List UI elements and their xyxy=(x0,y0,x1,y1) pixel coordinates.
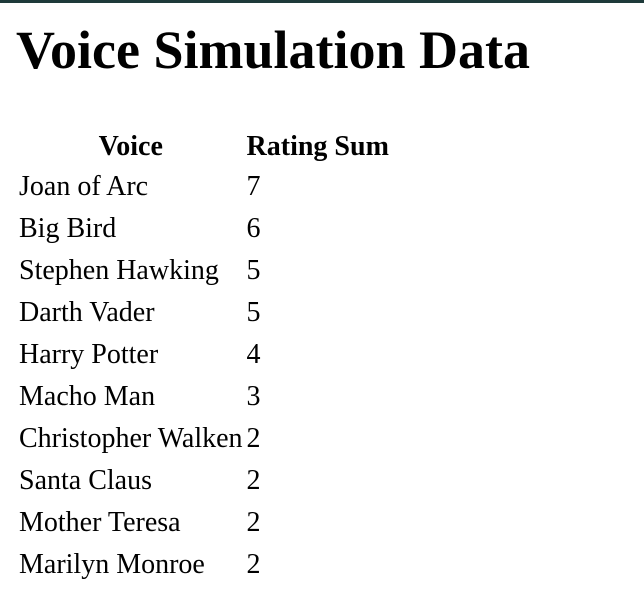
voice-cell: Mother Teresa xyxy=(19,507,181,538)
table-row: Joan of Arc 7 xyxy=(18,166,390,208)
rating-sum-cell: 6 xyxy=(246,213,261,244)
table-row: Stephen Hawking 5 xyxy=(18,250,390,292)
page-title: Voice Simulation Data xyxy=(16,20,531,80)
voice-cell: Macho Man xyxy=(19,381,156,412)
rating-sum-cell: 4 xyxy=(246,339,261,370)
table-row: Darth Vader 5 xyxy=(18,292,390,334)
table-header-row: Voice Rating Sum xyxy=(18,128,390,166)
table-header: Voice Rating Sum xyxy=(18,128,390,166)
table-row: Big Bird 6 xyxy=(18,208,390,250)
rating-sum-cell: 2 xyxy=(246,549,261,580)
voice-cell: Stephen Hawking xyxy=(19,255,219,286)
rating-sum-cell: 2 xyxy=(246,423,261,454)
rating-sum-cell: 5 xyxy=(246,255,261,286)
page-content: Voice Simulation Data Voice Rating Sum J… xyxy=(16,18,636,586)
column-header-rating-sum: Rating Sum xyxy=(246,131,389,162)
top-border xyxy=(0,0,644,3)
rating-sum-cell: 2 xyxy=(246,507,261,538)
rating-sum-cell: 7 xyxy=(246,171,261,202)
voice-cell: Darth Vader xyxy=(19,297,155,328)
voice-cell: Harry Potter xyxy=(19,339,159,370)
voice-cell: Marilyn Monroe xyxy=(19,549,205,580)
table-row: Santa Claus 2 xyxy=(18,460,390,502)
column-header-voice: Voice xyxy=(98,131,163,162)
rating-sum-cell: 2 xyxy=(246,465,261,496)
voice-cell: Christopher Walken xyxy=(19,423,243,454)
voice-cell: Big Bird xyxy=(19,213,117,244)
table-row: Marilyn Monroe 2 xyxy=(18,544,390,586)
table-row: Christopher Walken 2 xyxy=(18,418,390,460)
voice-rating-table: Voice Rating Sum Joan of Arc 7 Big Bird … xyxy=(16,128,392,586)
table-row: Macho Man 3 xyxy=(18,376,390,418)
voice-cell: Santa Claus xyxy=(19,465,152,496)
rating-sum-cell: 3 xyxy=(246,381,261,412)
voice-cell: Joan of Arc xyxy=(19,171,149,202)
table-row: Harry Potter 4 xyxy=(18,334,390,376)
table-row: Mother Teresa 2 xyxy=(18,502,390,544)
rating-sum-cell: 5 xyxy=(246,297,261,328)
table-body: Joan of Arc 7 Big Bird 6 Stephen Hawking… xyxy=(18,166,390,586)
